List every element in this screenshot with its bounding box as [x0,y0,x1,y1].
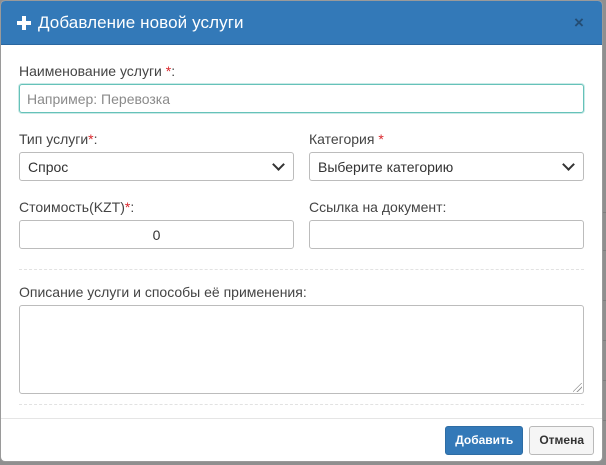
document-link-group: Ссылка на документ: [309,199,584,249]
modal-title: Добавление новой услуги [38,12,244,32]
description-label: Описание услуги и способы её применения: [19,284,307,300]
cancel-button[interactable]: Отмена [529,425,594,455]
modal-body: Наименование услуги *: Тип услуги*: Спро… [1,45,602,405]
plus-icon [17,16,31,30]
close-icon[interactable]: × [568,12,590,34]
description-group: Описание услуги и способы её применения: [19,284,584,394]
resize-grip-icon[interactable] [573,383,582,392]
category-value: Выберите категорию [318,158,454,175]
cost-input[interactable] [19,220,294,249]
cost-label: Стоимость(KZT)*: [19,199,135,215]
modal-header: Добавление новой услуги × [1,1,602,45]
modal-footer: Добавить Отмена [1,418,602,461]
service-name-group: Наименование услуги *: [19,63,584,113]
document-link-input[interactable] [309,220,584,249]
service-type-select[interactable]: Спрос [19,152,294,181]
service-name-label: Наименование услуги *: [19,63,176,79]
divider [19,404,584,405]
service-type-group: Тип услуги*: Спрос [19,131,294,181]
divider [19,269,584,270]
add-service-modal: Добавление новой услуги × Наименование у… [0,0,603,462]
chevron-down-icon [562,158,575,171]
document-link-label: Ссылка на документ: [309,199,447,215]
service-name-input[interactable] [19,84,584,113]
chevron-down-icon [272,158,285,171]
service-type-value: Спрос [28,158,69,175]
service-type-label: Тип услуги*: [19,131,98,147]
description-textarea[interactable] [19,305,584,394]
cost-group: Стоимость(KZT)*: [19,199,294,249]
category-label: Категория * [309,131,384,147]
add-button[interactable]: Добавить [445,425,524,455]
required-mark: * [378,131,384,147]
category-select[interactable]: Выберите категорию [309,152,584,181]
category-group: Категория * Выберите категорию [309,131,584,181]
